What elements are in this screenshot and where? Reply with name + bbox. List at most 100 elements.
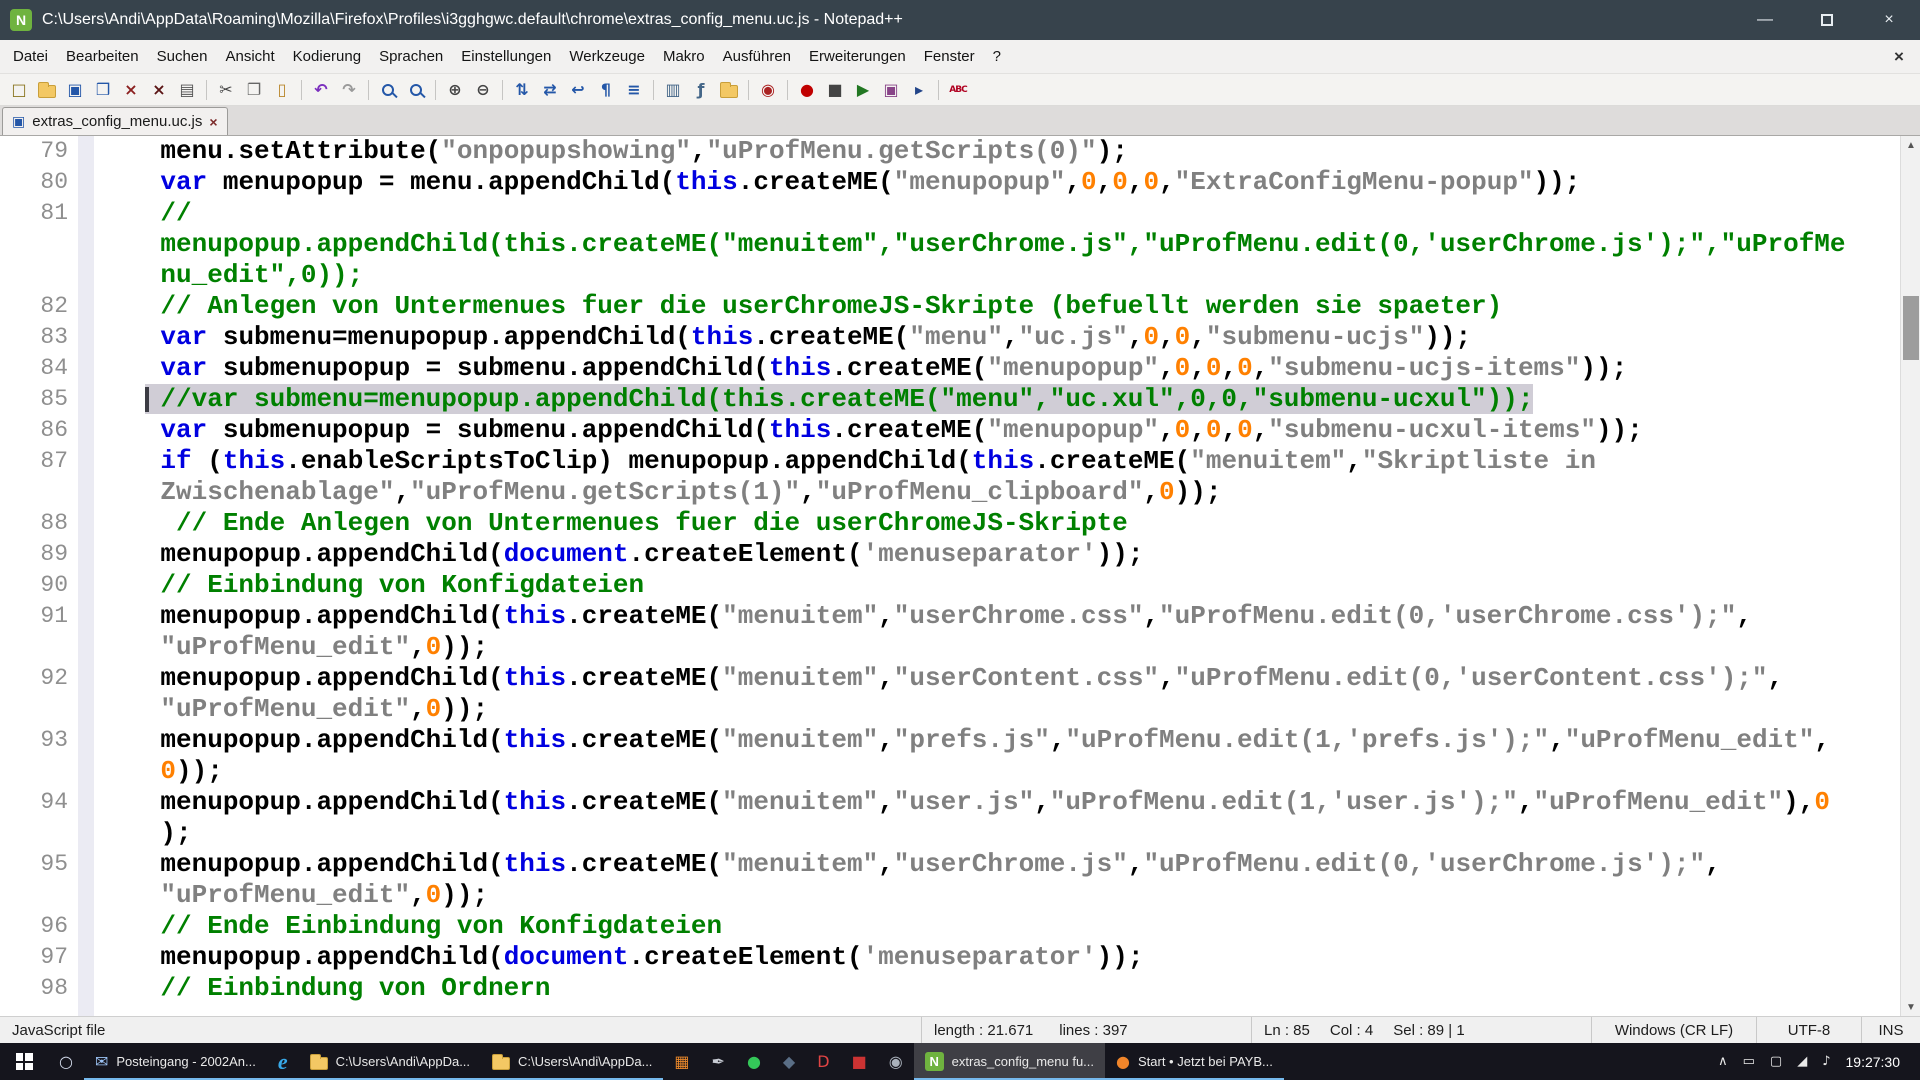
close-document-icon[interactable]: × bbox=[118, 77, 144, 103]
spell-check-icon[interactable]: ABC bbox=[945, 77, 971, 103]
code-row[interactable]: 79 menu.setAttribute("onpopupshowing","u… bbox=[0, 136, 1900, 167]
close-all-icon[interactable]: × bbox=[146, 77, 172, 103]
macro-record-icon[interactable]: ● bbox=[794, 77, 820, 103]
taskbar-mail[interactable]: ✉Posteingang - 2002An... bbox=[84, 1043, 267, 1080]
taskbar-browser[interactable]: ●Start • Jetzt bei PAYB... bbox=[1105, 1043, 1284, 1080]
menu-item-einstellungen[interactable]: Einstellungen bbox=[452, 42, 560, 71]
display-icon[interactable]: ▢ bbox=[1770, 1054, 1782, 1069]
menu-item-ansicht[interactable]: Ansicht bbox=[216, 42, 283, 71]
code-row[interactable]: 87 if (this.enableScriptsToClip) menupop… bbox=[0, 446, 1900, 477]
battery-icon[interactable]: ▭ bbox=[1743, 1054, 1755, 1069]
menu-item-erweiterungen[interactable]: Erweiterungen bbox=[800, 42, 915, 71]
scrollbar-thumb[interactable] bbox=[1903, 296, 1919, 360]
code-row[interactable]: 84 var submenupopup = submenu.appendChil… bbox=[0, 353, 1900, 384]
code-row[interactable]: 88 // Ende Anlegen von Untermenues fuer … bbox=[0, 508, 1900, 539]
zoom-in-icon[interactable]: ⊕ bbox=[442, 77, 468, 103]
taskbar-app-dark[interactable]: ◆ bbox=[772, 1043, 806, 1080]
function-list-icon[interactable]: ƒ bbox=[688, 77, 714, 103]
taskbar-app-orange[interactable]: ▦ bbox=[663, 1043, 700, 1080]
network-icon[interactable]: ◢ bbox=[1797, 1054, 1807, 1069]
taskbar-clock[interactable]: 19:27:30 bbox=[1846, 1054, 1907, 1070]
menu-item-kodierung[interactable]: Kodierung bbox=[284, 42, 370, 71]
redo-icon[interactable]: ↷ bbox=[336, 77, 362, 103]
code-row[interactable]: 92 menupopup.appendChild(this.createME("… bbox=[0, 663, 1900, 694]
copy-icon[interactable]: ❐ bbox=[241, 77, 267, 103]
open-folder-icon[interactable] bbox=[34, 77, 60, 103]
print-icon[interactable]: ▤ bbox=[174, 77, 200, 103]
code-row[interactable]: 85 //var submenu=menupopup.appendChild(t… bbox=[0, 384, 1900, 415]
menu-item-fenster[interactable]: Fenster bbox=[915, 42, 984, 71]
code-row[interactable]: 94 menupopup.appendChild(this.createME("… bbox=[0, 787, 1900, 818]
sync-vertical-icon[interactable]: ⇅ bbox=[509, 77, 535, 103]
macro-run-multiple-icon[interactable]: ▸ bbox=[906, 77, 932, 103]
start-button[interactable] bbox=[0, 1043, 48, 1080]
code-row[interactable]: "uProfMenu_edit",0)); bbox=[0, 880, 1900, 911]
undo-icon[interactable]: ↶ bbox=[308, 77, 334, 103]
code-row[interactable]: 96 // Ende Einbindung von Konfigdateien bbox=[0, 911, 1900, 942]
tab-close-icon[interactable]: × bbox=[209, 114, 217, 130]
menubar-close-icon[interactable]: × bbox=[1882, 47, 1916, 67]
macro-save-icon[interactable]: ▣ bbox=[878, 77, 904, 103]
taskbar-app-d[interactable]: D bbox=[806, 1043, 840, 1080]
save-all-icon[interactable]: ❒ bbox=[90, 77, 116, 103]
save-icon[interactable]: ▣ bbox=[62, 77, 88, 103]
paste-icon[interactable]: ▯ bbox=[269, 77, 295, 103]
macro-stop-icon[interactable]: ■ bbox=[822, 77, 848, 103]
menu-item-suchen[interactable]: Suchen bbox=[148, 42, 217, 71]
menu-item-makro[interactable]: Makro bbox=[654, 42, 714, 71]
menu-item-sprachen[interactable]: Sprachen bbox=[370, 42, 452, 71]
code-row[interactable]: 90 // Einbindung von Konfigdateien bbox=[0, 570, 1900, 601]
code-row[interactable]: 91 menupopup.appendChild(this.createME("… bbox=[0, 601, 1900, 632]
zoom-out-icon[interactable]: ⊖ bbox=[470, 77, 496, 103]
sync-horizontal-icon[interactable]: ⇄ bbox=[537, 77, 563, 103]
code-row[interactable]: 83 var submenu=menupopup.appendChild(thi… bbox=[0, 322, 1900, 353]
code-row[interactable]: 97 menupopup.appendChild(document.create… bbox=[0, 942, 1900, 973]
code-row[interactable]: 86 var submenupopup = submenu.appendChil… bbox=[0, 415, 1900, 446]
indent-guide-icon[interactable]: ≡ bbox=[621, 77, 647, 103]
tab-extras-config-menu[interactable]: ▣ extras_config_menu.uc.js × bbox=[2, 107, 228, 135]
hidden-icons-chevron[interactable]: ∧ bbox=[1718, 1054, 1728, 1069]
volume-icon[interactable]: ♪ bbox=[1822, 1054, 1830, 1069]
code-row[interactable]: "uProfMenu_edit",0)); bbox=[0, 694, 1900, 725]
new-file-icon[interactable]: □ bbox=[6, 77, 32, 103]
taskbar-edge[interactable]: e bbox=[267, 1043, 299, 1080]
show-all-characters-icon[interactable]: ¶ bbox=[593, 77, 619, 103]
find-icon[interactable] bbox=[375, 77, 401, 103]
document-map-icon[interactable]: ▥ bbox=[660, 77, 686, 103]
taskbar-app-red[interactable]: ■ bbox=[841, 1043, 878, 1080]
code-row[interactable]: 81 // bbox=[0, 198, 1900, 229]
taskbar-explorer-1[interactable]: C:\Users\Andi\AppDa... bbox=[299, 1043, 481, 1080]
taskbar-search[interactable]: ○ bbox=[48, 1043, 84, 1080]
monitoring-icon[interactable]: ◉ bbox=[755, 77, 781, 103]
menu-item-ausführen[interactable]: Ausführen bbox=[714, 42, 800, 71]
code-row[interactable]: ); bbox=[0, 818, 1900, 849]
folder-as-workspace-icon[interactable] bbox=[716, 77, 742, 103]
scroll-down-arrow[interactable]: ▼ bbox=[1901, 998, 1920, 1016]
code-lines[interactable]: 79 menu.setAttribute("onpopupshowing","u… bbox=[0, 136, 1900, 1004]
code-row[interactable]: menupopup.appendChild(this.createME("men… bbox=[0, 229, 1900, 260]
taskbar-explorer-2[interactable]: C:\Users\Andi\AppDa... bbox=[481, 1043, 663, 1080]
menu-item-hilfe[interactable]: ? bbox=[984, 42, 1010, 71]
code-row[interactable]: 95 menupopup.appendChild(this.createME("… bbox=[0, 849, 1900, 880]
taskbar-app-green[interactable]: ● bbox=[736, 1043, 772, 1080]
vertical-scrollbar[interactable]: ▲ ▼ bbox=[1900, 136, 1920, 1016]
cut-icon[interactable]: ✂ bbox=[213, 77, 239, 103]
editor[interactable]: 79 menu.setAttribute("onpopupshowing","u… bbox=[0, 136, 1920, 1016]
word-wrap-icon[interactable]: ↩ bbox=[565, 77, 591, 103]
taskbar-app-camera[interactable]: ◉ bbox=[878, 1043, 914, 1080]
menu-item-datei[interactable]: Datei bbox=[4, 42, 57, 71]
taskbar-notepadpp[interactable]: Nextras_config_menu fu... bbox=[914, 1043, 1105, 1080]
menu-item-werkzeuge[interactable]: Werkzeuge bbox=[560, 42, 654, 71]
code-row[interactable]: 0)); bbox=[0, 756, 1900, 787]
code-row[interactable]: "uProfMenu_edit",0)); bbox=[0, 632, 1900, 663]
code-row[interactable]: Zwischenablage","uProfMenu.getScripts(1)… bbox=[0, 477, 1900, 508]
taskbar-app-pen[interactable]: ✒ bbox=[701, 1043, 736, 1080]
code-row[interactable]: nu_edit",0)); bbox=[0, 260, 1900, 291]
code-row[interactable]: 82 // Anlegen von Untermenues fuer die u… bbox=[0, 291, 1900, 322]
code-row[interactable]: 80 var menupopup = menu.appendChild(this… bbox=[0, 167, 1900, 198]
replace-icon[interactable] bbox=[403, 77, 429, 103]
code-row[interactable]: 98 // Einbindung von Ordnern bbox=[0, 973, 1900, 1004]
macro-play-icon[interactable]: ▶ bbox=[850, 77, 876, 103]
minimize-button[interactable]: — bbox=[1734, 0, 1796, 40]
restore-button[interactable] bbox=[1796, 0, 1858, 40]
